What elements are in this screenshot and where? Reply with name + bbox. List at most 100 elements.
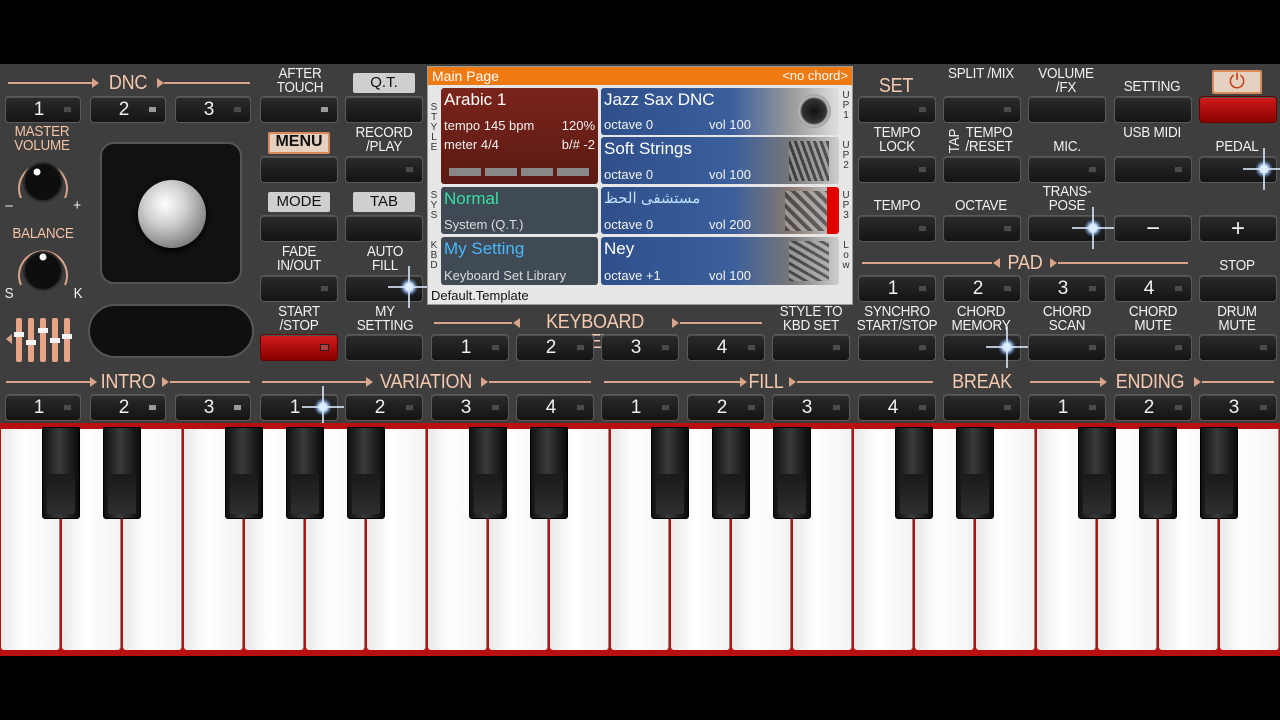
tempo-button[interactable]	[858, 215, 936, 242]
strings-icon	[789, 141, 829, 181]
variation-4-button[interactable]: 4	[516, 394, 594, 421]
black-key[interactable]	[895, 427, 934, 519]
master-volume-knob[interactable]	[15, 158, 71, 206]
style-percent: 120%	[561, 118, 595, 133]
black-key[interactable]	[1139, 427, 1178, 519]
balance-label: BALANCE	[12, 225, 74, 242]
variation-2-button[interactable]: 2	[345, 394, 423, 421]
ending-arrow-right	[1194, 377, 1201, 387]
black-key[interactable]	[285, 427, 324, 519]
black-key[interactable]	[102, 427, 141, 519]
black-key[interactable]	[773, 427, 812, 519]
joystick-ball[interactable]	[138, 180, 206, 248]
chord-memory-label: CHORD MEMORY	[951, 303, 1011, 334]
plus-button[interactable]: +	[1199, 215, 1277, 242]
setting-button[interactable]	[1114, 96, 1192, 123]
split-mix-button[interactable]	[943, 96, 1021, 123]
black-key[interactable]	[224, 427, 263, 519]
pad-3-button[interactable]: 3	[1028, 275, 1106, 302]
power-button[interactable]	[1199, 96, 1277, 123]
intro-3-button[interactable]: 3	[175, 394, 251, 421]
setting-label: SETTING	[1123, 78, 1181, 95]
usb-midi-button[interactable]	[1114, 156, 1192, 183]
ending-label: ENDING	[1115, 371, 1185, 393]
pedal-sparkle-icon	[1243, 148, 1280, 190]
ending-arrow-left	[1100, 377, 1107, 387]
fill-4-button[interactable]: 4	[858, 394, 936, 421]
kbd-set-3-button[interactable]: 3	[601, 334, 679, 361]
synchro-start-stop-button[interactable]	[858, 334, 936, 361]
tempo-lock-button[interactable]	[858, 156, 936, 183]
drum-mute-button[interactable]	[1199, 334, 1277, 361]
set-button[interactable]	[858, 96, 936, 123]
pad-2-button[interactable]: 2	[943, 275, 1021, 302]
start-stop-button[interactable]	[260, 334, 338, 361]
fade-in-out-label: FADE IN/OUT	[276, 243, 322, 274]
variation-label: VARIATION	[380, 371, 472, 393]
voice-up1-cell[interactable]: Jazz Sax DNC octave 0 vol 100	[601, 88, 839, 135]
synchro-start-stop-label: SYNCHRO START/STOP	[856, 303, 938, 334]
qt-button[interactable]	[345, 96, 423, 123]
chord-mute-button[interactable]	[1114, 334, 1192, 361]
style-to-kbd-set-button[interactable]	[772, 334, 850, 361]
fade-in-out-button[interactable]	[260, 275, 338, 302]
black-key[interactable]	[346, 427, 385, 519]
voice-up3-name: مستشفى الحظ	[604, 190, 701, 207]
volume-fx-button[interactable]	[1028, 96, 1106, 123]
fill-1-button[interactable]: 1	[601, 394, 679, 421]
tab-button[interactable]	[345, 215, 423, 242]
fill-3-button[interactable]: 3	[772, 394, 850, 421]
ending-1-button[interactable]: 1	[1028, 394, 1106, 421]
joystick-pad[interactable]	[100, 142, 242, 284]
voice-low-cell[interactable]: Ney octave +1 vol 100	[601, 237, 839, 285]
after-touch-button[interactable]	[260, 96, 338, 123]
ending-2-button[interactable]: 2	[1114, 394, 1192, 421]
black-key[interactable]	[956, 427, 995, 519]
dnc-separator-right	[164, 82, 250, 84]
mic-label: MIC.	[1053, 138, 1081, 155]
pad-stop-button[interactable]	[1199, 275, 1277, 302]
dnc-2-button[interactable]: 2	[90, 96, 166, 123]
black-key[interactable]	[41, 427, 80, 519]
break-button[interactable]	[943, 394, 1021, 421]
pad-1-button[interactable]: 1	[858, 275, 936, 302]
mic-button[interactable]	[1028, 156, 1106, 183]
record-play-button[interactable]	[345, 156, 423, 183]
ending-3-button[interactable]: 3	[1199, 394, 1277, 421]
kbd-set-1-button[interactable]: 1	[431, 334, 509, 361]
voice-up2-cell[interactable]: Soft Strings octave 0 vol 100	[601, 137, 839, 184]
split-mix-label: SPLIT /MIX	[947, 65, 1015, 82]
intro-2-button[interactable]: 2	[90, 394, 166, 421]
style-tag: S T Y L E	[430, 102, 438, 153]
fill-2-button[interactable]: 2	[687, 394, 765, 421]
up2-tag: U P 2	[842, 140, 850, 171]
tempo-reset-button[interactable]	[943, 156, 1021, 183]
style-cell[interactable]: Arabic 1 tempo 145 bpm 120% meter 4/4 b/…	[441, 88, 598, 184]
black-key[interactable]	[1200, 427, 1239, 519]
kbd-set-2-button[interactable]: 2	[516, 334, 594, 361]
intro-1-button[interactable]: 1	[5, 394, 81, 421]
my-setting-button[interactable]	[345, 334, 423, 361]
voice-up3-cell[interactable]: مستشفى الحظ octave 0 vol 200	[601, 187, 839, 234]
kbd-cell[interactable]: My Setting Keyboard Set Library	[441, 237, 598, 285]
octave-button[interactable]	[943, 215, 1021, 242]
black-key[interactable]	[712, 427, 751, 519]
pad-4-button[interactable]: 4	[1114, 275, 1192, 302]
menu-button[interactable]	[260, 156, 338, 183]
black-key[interactable]	[651, 427, 690, 519]
black-key[interactable]	[529, 427, 568, 519]
dnc-1-button[interactable]: 1	[5, 96, 81, 123]
chord-scan-button[interactable]	[1028, 334, 1106, 361]
mixer-sliders-icon[interactable]	[4, 314, 78, 364]
variation-3-button[interactable]: 3	[431, 394, 509, 421]
mode-button[interactable]	[260, 215, 338, 242]
balance-knob[interactable]	[15, 245, 71, 293]
sys-cell[interactable]: Normal System (Q.T.)	[441, 187, 598, 234]
touch-strip[interactable]	[88, 304, 254, 358]
saxophone-icon	[797, 94, 831, 128]
black-key[interactable]	[1078, 427, 1117, 519]
kbd-set-4-button[interactable]: 4	[687, 334, 765, 361]
dnc-3-button[interactable]: 3	[175, 96, 251, 123]
black-key[interactable]	[468, 427, 507, 519]
minus-button[interactable]: −	[1114, 215, 1192, 242]
